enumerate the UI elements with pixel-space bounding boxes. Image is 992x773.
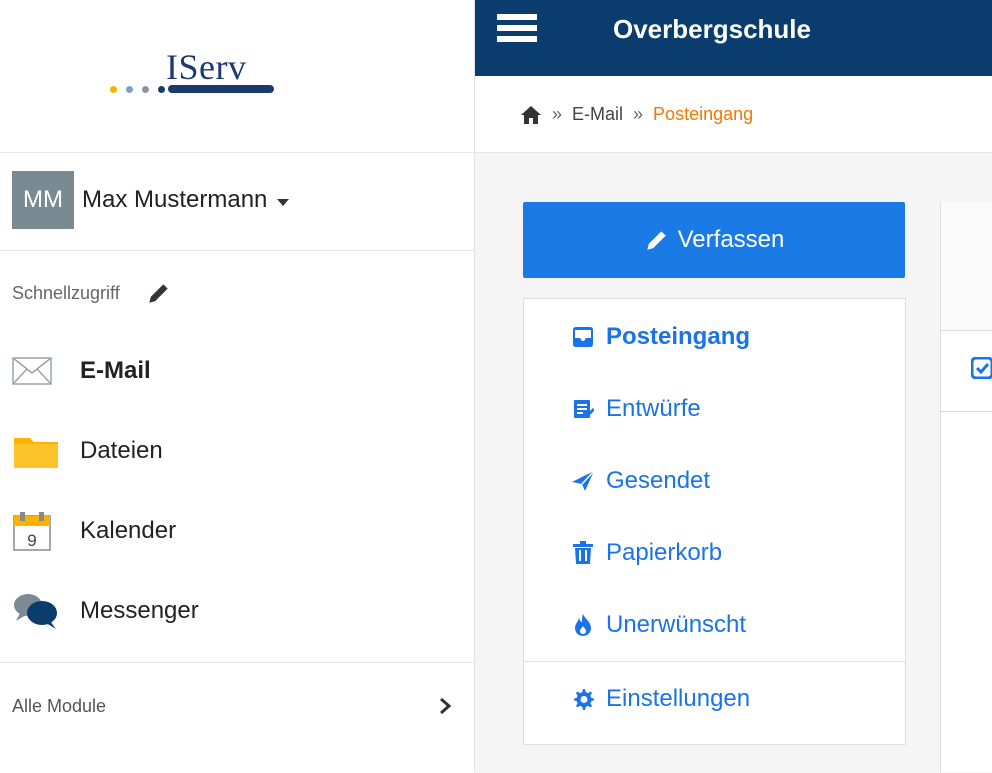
sidebar-item-email[interactable]: E-Mail bbox=[12, 348, 151, 394]
chevron-right-icon bbox=[440, 697, 452, 715]
folder-divider bbox=[524, 661, 905, 662]
sidebar-item-label: E-Mail bbox=[80, 357, 151, 384]
sidebar-item-messenger[interactable]: Messenger bbox=[12, 588, 199, 634]
sidebar-divider bbox=[0, 662, 474, 663]
breadcrumb-separator: » bbox=[552, 104, 563, 124]
logo-wordmark: IServ bbox=[166, 47, 247, 87]
check-square-icon[interactable] bbox=[971, 357, 992, 379]
compose-label: Verfassen bbox=[677, 226, 785, 253]
all-modules-label: Alle Module bbox=[12, 695, 107, 716]
breadcrumb-separator: » bbox=[633, 104, 644, 124]
chat-icon bbox=[12, 591, 64, 631]
sidebar: IServ MM Max Mustermann Schnellzugriff E… bbox=[0, 0, 475, 772]
school-name: Overbergschule bbox=[613, 14, 811, 44]
folder-trash[interactable]: Papierkorb bbox=[568, 533, 722, 573]
logo-dot-gray bbox=[142, 86, 149, 93]
folder-sent[interactable]: Gesendet bbox=[568, 461, 710, 501]
folder-inbox[interactable]: Posteingang bbox=[568, 317, 750, 357]
breadcrumb: » E-Mail » Posteingang bbox=[520, 104, 753, 125]
user-name: Max Mustermann bbox=[82, 186, 268, 213]
home-icon[interactable] bbox=[520, 105, 542, 125]
sidebar-item-label: Messenger bbox=[80, 597, 199, 624]
inbox-icon bbox=[568, 322, 598, 352]
pencil-icon bbox=[646, 231, 666, 250]
top-bar: Overbergschule bbox=[475, 0, 992, 76]
user-menu[interactable]: MM Max Mustermann bbox=[12, 171, 290, 229]
breadcrumb-current: Posteingang bbox=[653, 104, 754, 124]
quick-access-label: Schnellzugriff bbox=[12, 282, 120, 303]
folder-label: Posteingang bbox=[606, 323, 751, 350]
all-modules-link[interactable]: Alle Module bbox=[12, 686, 452, 726]
logo-dot-blue bbox=[158, 86, 165, 93]
spam-icon bbox=[568, 610, 598, 640]
logo-dot-blue-light bbox=[126, 86, 133, 93]
breadcrumb-email[interactable]: E-Mail bbox=[572, 104, 623, 125]
folder-icon bbox=[12, 431, 64, 471]
folder-label: Papierkorb bbox=[606, 539, 723, 566]
sidebar-item-files[interactable]: Dateien bbox=[12, 428, 163, 474]
message-list-panel bbox=[940, 202, 992, 772]
sidebar-divider bbox=[0, 152, 474, 153]
settings-label: Einstellungen bbox=[606, 685, 751, 712]
folder-settings[interactable]: Einstellungen bbox=[568, 679, 750, 719]
message-list-toolbar bbox=[941, 202, 992, 331]
folder-drafts[interactable]: Entwürfe bbox=[568, 389, 701, 429]
message-list-header bbox=[941, 331, 992, 412]
menu-icon[interactable] bbox=[497, 14, 537, 46]
folder-label: Gesendet bbox=[606, 467, 711, 494]
trash-icon bbox=[568, 538, 598, 568]
compose-button[interactable]: Verfassen bbox=[523, 202, 905, 278]
logo-dot-yellow bbox=[110, 86, 117, 93]
caret-down-icon bbox=[277, 198, 290, 206]
calendar-icon: 9 bbox=[12, 511, 64, 551]
sent-icon bbox=[568, 466, 598, 496]
calendar-icon-day: 9 bbox=[27, 531, 36, 550]
drafts-icon bbox=[568, 394, 598, 424]
folder-label: Unerwünscht bbox=[606, 611, 747, 638]
sidebar-item-label: Kalender bbox=[80, 517, 177, 544]
sidebar-item-label: Dateien bbox=[80, 437, 163, 464]
folder-spam[interactable]: Unerwünscht bbox=[568, 605, 746, 645]
sidebar-divider bbox=[0, 250, 474, 251]
avatar: MM bbox=[12, 171, 74, 229]
folder-list: Posteingang Entwürfe Gesendet Papierkorb… bbox=[523, 298, 906, 745]
pencil-icon[interactable] bbox=[146, 280, 172, 306]
sidebar-item-calendar[interactable]: 9 Kalender bbox=[12, 508, 176, 554]
gear-icon bbox=[568, 684, 598, 714]
quick-access: Schnellzugriff bbox=[12, 280, 172, 306]
envelope-icon bbox=[12, 351, 64, 391]
iserv-logo[interactable]: IServ bbox=[108, 44, 278, 100]
folder-label: Entwürfe bbox=[606, 395, 701, 422]
